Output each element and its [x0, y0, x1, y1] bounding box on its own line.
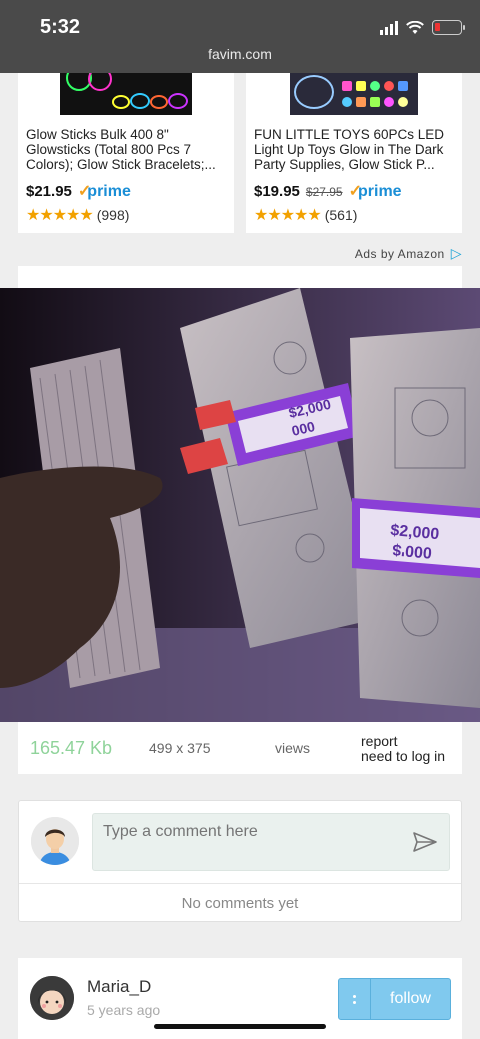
uploader-name[interactable]: Maria_D — [87, 977, 151, 997]
report-link[interactable]: report need to log in — [361, 734, 445, 764]
signal-icon — [380, 20, 398, 35]
ad-image[interactable] — [290, 73, 418, 115]
price-row: $19.95 $27.95 ✓prime — [254, 181, 402, 201]
money-photo[interactable]: $2,000 000 $2,000 000'$ — [0, 288, 480, 722]
ad-image[interactable] — [60, 65, 192, 115]
wifi-icon — [406, 20, 424, 34]
review-count: (998) — [96, 207, 130, 223]
file-size: 165.47 Kb — [30, 738, 113, 758]
send-icon[interactable] — [412, 831, 438, 853]
battery-icon — [432, 20, 465, 35]
image-dimensions: 499 x 375 — [149, 740, 211, 756]
ads-by-amazon[interactable]: Ads by Amazon ▷ — [355, 245, 462, 262]
avatar[interactable] — [30, 976, 74, 1020]
old-price: $27.95 — [305, 185, 343, 199]
prime-badge: ✓prime — [77, 183, 131, 200]
divider — [19, 883, 461, 884]
status-icons — [380, 20, 465, 35]
follow-label[interactable]: follow — [371, 979, 450, 1019]
ad-title[interactable]: Glow Sticks Bulk 400 8" Glowsticks (Tota… — [26, 127, 230, 173]
upload-time: 5 years ago — [87, 1002, 161, 1018]
clock: 5:32 — [40, 16, 81, 38]
views-label: views — [275, 740, 311, 756]
no-comments-message: No comments yet — [181, 895, 299, 912]
band-label: 000'$ — [392, 540, 433, 560]
adchoices-icon[interactable]: ▷ — [451, 245, 462, 262]
more-options-icon[interactable] — [339, 979, 371, 1019]
photo-card-header — [18, 266, 462, 288]
review-count: (561) — [324, 207, 358, 223]
rating[interactable]: ★★★★★ (561) — [254, 205, 357, 225]
status-bar: 5:32 favim.com — [0, 0, 480, 73]
rating[interactable]: ★★★★★ (998) — [26, 205, 129, 225]
amazon-ads: Glow Sticks Bulk 400 8" Glowsticks (Tota… — [18, 65, 462, 233]
avatar — [31, 817, 79, 865]
comment-box: No comments yet — [18, 800, 462, 922]
price: $21.95 — [26, 183, 72, 200]
home-indicator[interactable] — [154, 1024, 326, 1029]
prime-badge: ✓prime — [348, 183, 402, 200]
price: $19.95 — [254, 183, 300, 200]
ad-card[interactable]: Glow Sticks Bulk 400 8" Glowsticks (Tota… — [18, 65, 234, 233]
price-row: $21.95 ✓prime — [26, 181, 131, 201]
star-icons: ★★★★★ — [254, 207, 322, 224]
user-avatar-icon — [31, 817, 79, 865]
ad-card[interactable]: FUN LITTLE TOYS 60PCs LED Light Up Toys … — [246, 73, 462, 233]
star-icons: ★★★★★ — [26, 207, 94, 224]
follow-button[interactable]: follow — [338, 978, 451, 1020]
comment-input[interactable] — [92, 813, 450, 871]
photo-illustration: $2,000 000 $2,000 000'$ — [0, 288, 480, 722]
url-bar[interactable]: favim.com — [0, 46, 480, 62]
uploader-avatar-icon — [30, 976, 74, 1020]
ad-title[interactable]: FUN LITTLE TOYS 60PCs LED Light Up Toys … — [254, 127, 458, 173]
image-meta: 165.47 Kb 499 x 375 views report need to… — [18, 722, 462, 774]
